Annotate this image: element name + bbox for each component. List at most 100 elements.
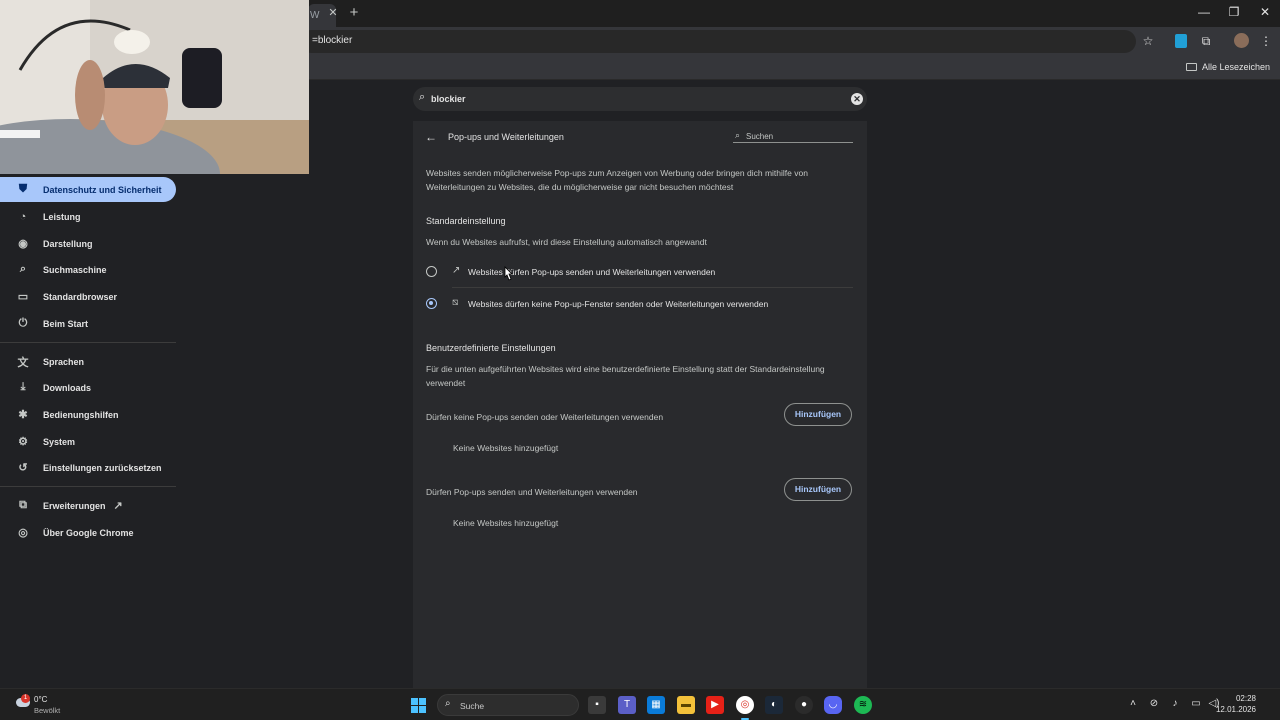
sidebar-item-downloads[interactable]: ⤓ Downloads <box>0 375 176 400</box>
accessibility-icon: ✱ <box>18 409 28 421</box>
search-icon: ⌕ <box>419 91 426 103</box>
sidebar-item-on-startup[interactable]: ⏻ Beim Start <box>0 311 176 336</box>
folder-icon <box>1185 63 1197 71</box>
chrome-icon[interactable]: ◎ <box>736 696 754 714</box>
block-list-empty: Keine Websites hinzugefügt <box>453 443 559 453</box>
steam-icon[interactable]: ◐ <box>765 696 783 714</box>
popup-blocked-icon: ⧅ <box>452 297 459 308</box>
bookmark-star-icon[interactable]: ☆ <box>1140 33 1156 49</box>
chrome-icon: ◎ <box>18 527 28 539</box>
allow-popups-radio[interactable] <box>426 266 437 277</box>
sidebar-item-extensions[interactable]: ⧉ Erweiterungen ↗ <box>0 493 176 518</box>
sidebar-item-label: Darstellung <box>43 238 93 249</box>
mouse-cursor-icon <box>504 266 513 281</box>
close-window-icon[interactable]: ✕ <box>1258 5 1272 19</box>
translate-icon: 文 <box>17 356 29 369</box>
url-text: =blockier <box>312 35 353 46</box>
profile-avatar[interactable] <box>1234 33 1249 48</box>
spotify-icon[interactable]: ≋ <box>854 696 872 714</box>
new-tab-button[interactable]: + <box>347 4 361 22</box>
teams-icon[interactable]: T <box>618 696 636 714</box>
option-separator <box>452 287 853 288</box>
close-tab-icon[interactable]: ✕ <box>326 6 340 20</box>
windows-taskbar: 1 0°C Bewölkt ⌕ Suche ▪ T ▦ ▬ ▶ ◎ ◐ ● ◡ … <box>0 688 1280 720</box>
tab-title: W <box>310 10 320 21</box>
chevron-up-icon[interactable]: ˄ <box>1126 698 1140 709</box>
open-in-new-icon: ↗ <box>113 500 123 512</box>
add-allowed-site-button[interactable]: Hinzufügen <box>784 478 852 501</box>
sidebar-item-label: Beim Start <box>43 318 89 329</box>
back-arrow-icon[interactable]: ← <box>425 130 437 144</box>
temperature: 0°C <box>34 695 48 704</box>
taskbar-search[interactable]: ⌕ Suche <box>437 694 579 716</box>
taskbar-clock[interactable]: 02:28 12.01.2026 <box>1216 693 1256 715</box>
microphone-icon[interactable]: ♪ <box>1168 698 1182 709</box>
sidebar-item-languages[interactable]: 文 Sprachen <box>0 349 176 374</box>
address-bar[interactable]: =blockier <box>300 30 1136 53</box>
open-in-new-icon: ↗ <box>452 265 461 276</box>
shield-icon: ⛊ <box>18 183 28 195</box>
sidebar-item-label: Leistung <box>43 211 81 222</box>
kebab-menu-icon[interactable]: ⋮ <box>1258 33 1274 49</box>
download-icon: ⤓ <box>20 381 26 393</box>
block-popups-option-label[interactable]: Websites dürfen keine Pop-up-Fenster sen… <box>468 299 768 309</box>
default-setting-subtitle: Wenn du Websites aufrufst, wird diese Ei… <box>426 237 707 247</box>
all-bookmarks-button[interactable]: Alle Lesezeichen <box>1185 62 1270 72</box>
taskbar-search-placeholder: Suche <box>460 701 485 711</box>
notification-badge: 1 <box>21 694 30 703</box>
default-setting-heading: Standardeinstellung <box>426 216 506 226</box>
settings-search-bar[interactable]: ⌕ blockier ✕ <box>413 87 867 111</box>
sidebar-item-label: System <box>43 436 76 447</box>
windows-start-icon[interactable] <box>411 698 426 713</box>
custom-settings-subtitle: Für die unten aufgeführten Websites wird… <box>426 364 825 388</box>
sidebar-item-appearance[interactable]: ◉ Darstellung <box>0 231 176 256</box>
minimize-icon[interactable]: — <box>1197 5 1211 19</box>
add-blocked-site-button[interactable]: Hinzufügen <box>784 403 852 426</box>
sidebar-item-performance[interactable]: ◔ Leistung <box>0 204 176 229</box>
task-view-icon[interactable]: ▪ <box>588 696 606 714</box>
block-popups-radio[interactable] <box>426 298 437 309</box>
restore-icon[interactable]: ❐ <box>1227 5 1241 19</box>
sidebar-item-accessibility[interactable]: ✱ Bedienungshilfen <box>0 402 176 427</box>
display-icon[interactable]: ▭ <box>1189 698 1203 709</box>
sidebar-item-label: Erweiterungen <box>43 500 106 511</box>
search-icon: ⌕ <box>19 263 27 275</box>
extension-icon[interactable] <box>1175 34 1187 48</box>
sidebar-item-label: Einstellungen zurücksetzen <box>43 462 162 473</box>
all-bookmarks-label: Alle Lesezeichen <box>1201 62 1270 72</box>
weather-condition: Bewölkt <box>34 706 61 715</box>
sidebar-item-about-chrome[interactable]: ◎ Über Google Chrome <box>0 520 176 545</box>
sidebar-item-search-engine[interactable]: ⌕ Suchmaschine <box>0 257 176 282</box>
sidebar-item-label: Suchmaschine <box>43 264 107 275</box>
network-icon[interactable]: ⊘ <box>1147 698 1161 709</box>
sidebar-item-label: Datenschutz und Sicherheit <box>43 184 162 195</box>
sidebar-divider <box>0 342 176 343</box>
block-list-label: Dürfen keine Pop-ups senden oder Weiterl… <box>426 412 664 422</box>
discord-icon[interactable]: ◡ <box>824 696 842 714</box>
page-search-field[interactable]: ⌕ Suchen <box>733 130 853 143</box>
sidebar-item-default-browser[interactable]: ▭ Standardbrowser <box>0 284 176 309</box>
github-icon[interactable]: ● <box>795 696 813 714</box>
speedometer-icon: ◔ <box>19 210 27 223</box>
popups-settings-card: ← Pop-ups und Weiterleitungen ⌕ Suchen W… <box>413 121 867 688</box>
wrench-icon: ⚙ <box>18 436 28 448</box>
youtube-icon[interactable]: ▶ <box>706 696 724 714</box>
sidebar-item-label: Downloads <box>43 382 92 393</box>
sidebar-item-reset-settings[interactable]: ↺ Einstellungen zurücksetzen <box>0 455 176 480</box>
settings-search-input[interactable]: blockier <box>431 94 466 104</box>
clock-time: 02:28 <box>1235 694 1256 703</box>
store-icon[interactable]: ▦ <box>647 696 665 714</box>
webcam-overlay <box>0 0 309 174</box>
file-explorer-icon[interactable]: ▬ <box>677 696 695 714</box>
sidebar-item-system[interactable]: ⚙ System <box>0 429 176 454</box>
weather-widget[interactable]: 1 0°C Bewölkt <box>16 693 76 717</box>
extensions-puzzle-icon[interactable]: ⧉ <box>1198 33 1214 49</box>
sidebar-item-privacy-security[interactable]: ⛊ Datenschutz und Sicherheit <box>0 177 176 202</box>
reset-icon: ↺ <box>18 462 28 474</box>
sidebar-divider <box>0 486 176 487</box>
search-icon: ⌕ <box>735 130 741 140</box>
sidebar-item-label: Sprachen <box>43 356 85 367</box>
clear-search-icon[interactable]: ✕ <box>851 93 863 105</box>
settings-sidebar: ⛊ Datenschutz und Sicherheit ◔ Leistung … <box>0 174 180 688</box>
allow-list-label: Dürfen Pop-ups senden und Weiterleitunge… <box>426 487 638 497</box>
